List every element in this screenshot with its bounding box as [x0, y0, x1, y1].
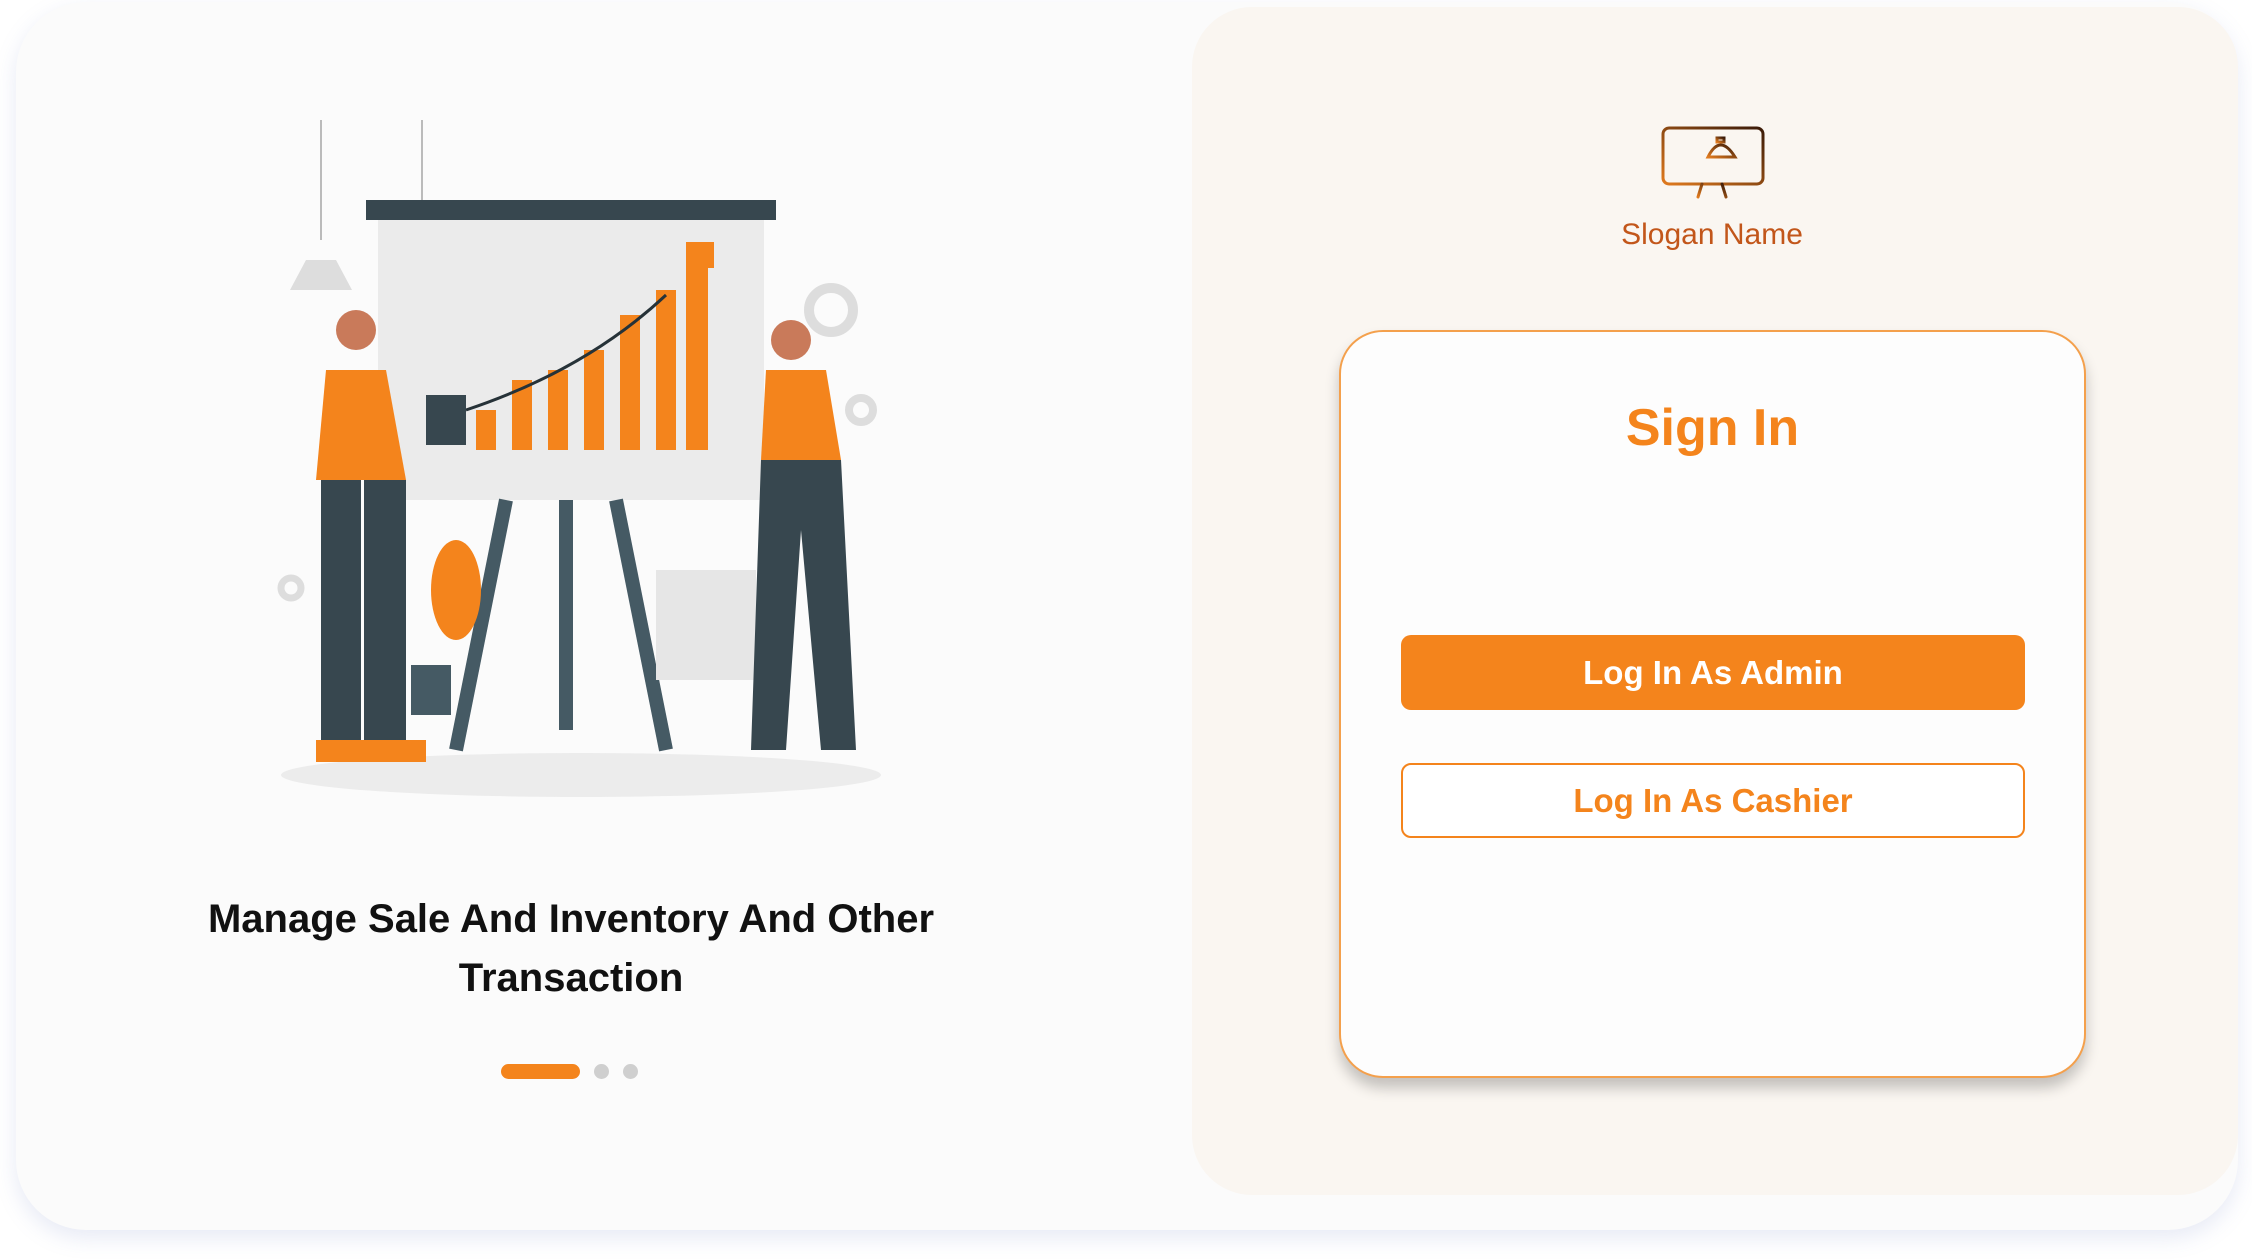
carousel-dot[interactable]	[594, 1064, 609, 1079]
monitor-service-bell-icon	[1661, 126, 1765, 204]
login-admin-button[interactable]: Log In As Admin	[1401, 635, 2025, 710]
login-cashier-button[interactable]: Log In As Cashier	[1401, 763, 2025, 838]
carousel-indicator	[501, 1064, 638, 1079]
carousel-dot[interactable]	[623, 1064, 638, 1079]
carousel-dot-active[interactable]	[501, 1064, 580, 1079]
brand-slogan: Slogan Name	[1621, 218, 1803, 251]
feature-caption: Manage Sale And Inventory And Other Tran…	[207, 897, 935, 1000]
presentation-illustration	[277, 120, 881, 797]
signin-title: Sign In	[1625, 399, 1800, 457]
